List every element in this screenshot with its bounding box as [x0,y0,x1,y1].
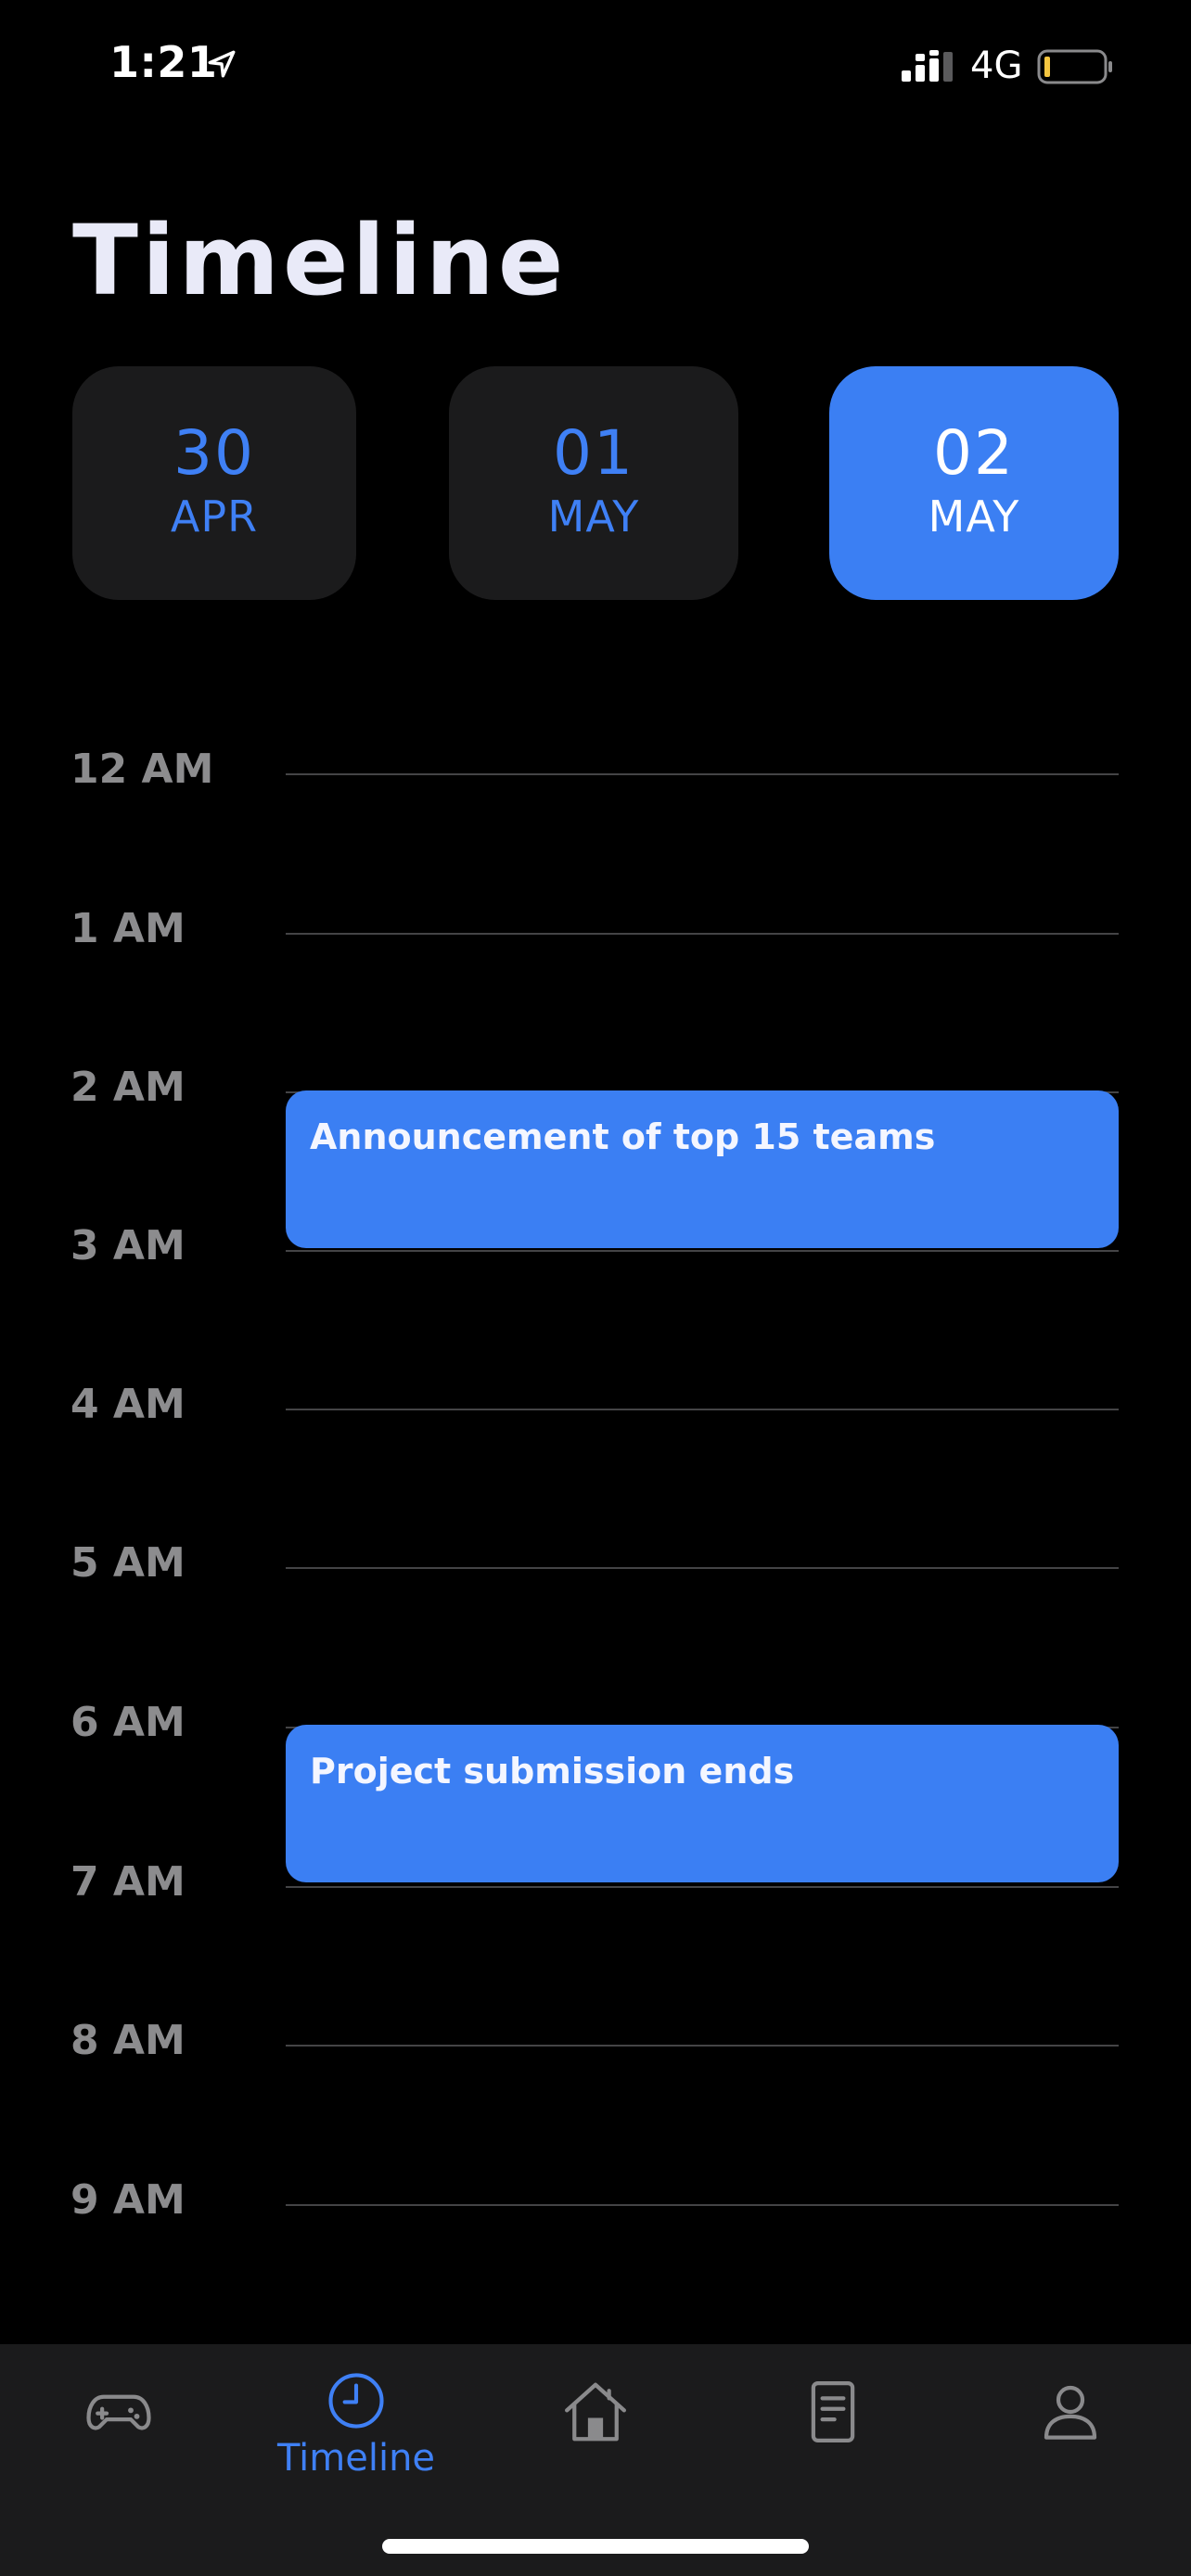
hour-row: 4 AM [0,1377,1191,1433]
document-icon [811,2381,855,2442]
hour-divider [286,2204,1119,2206]
event-title: Announcement of top 15 teams [310,1116,936,1157]
hour-label: 9 AM [70,2176,186,2224]
location-arrow-icon [208,50,236,78]
battery-icon [1037,49,1112,84]
hour-label: 2 AM [70,1064,186,1111]
date-chip-day: 01 [553,417,634,489]
hour-row: 1 AM [0,901,1191,957]
date-chip-day: 02 [933,417,1015,489]
hour-divider [286,1250,1119,1252]
hour-divider [286,773,1119,775]
hour-row: 5 AM [0,1536,1191,1591]
date-chip-month: MAY [547,491,640,542]
date-chip-month: MAY [928,491,1020,542]
network-label: 4G [970,45,1023,87]
status-bar: 1:21 4G [0,0,1191,130]
tab-documents[interactable] [749,2363,916,2511]
tab-home[interactable] [512,2363,679,2511]
event-card-project-submission[interactable]: Project submission ends [286,1725,1119,1882]
page-title: Timeline [72,204,568,317]
home-indicator[interactable] [382,2539,809,2554]
hour-label: 3 AM [70,1222,186,1269]
signal-icon [902,50,953,82]
hour-row: 9 AM [0,2173,1191,2228]
date-chip-may-01[interactable]: 01 MAY [449,366,738,600]
gamepad-icon [86,2394,151,2430]
tab-timeline[interactable]: Timeline [273,2363,440,2511]
hour-label: 1 AM [70,905,186,952]
date-chip-month: APR [170,491,259,542]
house-icon [565,2382,626,2442]
event-title: Project submission ends [310,1751,795,1792]
date-chip-day: 30 [173,417,255,489]
hour-label: 7 AM [70,1858,186,1906]
hour-label: 5 AM [70,1539,186,1587]
hour-label: 4 AM [70,1381,186,1428]
hour-label: 6 AM [70,1699,186,1746]
date-chip-apr-30[interactable]: 30 APR [72,366,356,600]
hour-divider [286,933,1119,935]
status-time: 1:21 [109,37,218,87]
hour-label: 8 AM [70,2017,186,2064]
date-chip-may-02[interactable]: 02 MAY [829,366,1119,600]
hour-label: 12 AM [70,746,214,793]
event-card-announcement[interactable]: Announcement of top 15 teams [286,1090,1119,1248]
tab-profile[interactable] [987,2363,1154,2511]
hour-divider [286,1886,1119,1888]
hour-row: 12 AM [0,742,1191,797]
hour-divider [286,1409,1119,1410]
tab-games[interactable] [35,2363,202,2511]
hour-row: 8 AM [0,2013,1191,2069]
tab-label: Timeline [276,2437,436,2480]
clock-icon [328,2373,384,2429]
hour-divider [286,1567,1119,1569]
hour-divider [286,2045,1119,2047]
user-icon [1044,2385,1097,2440]
